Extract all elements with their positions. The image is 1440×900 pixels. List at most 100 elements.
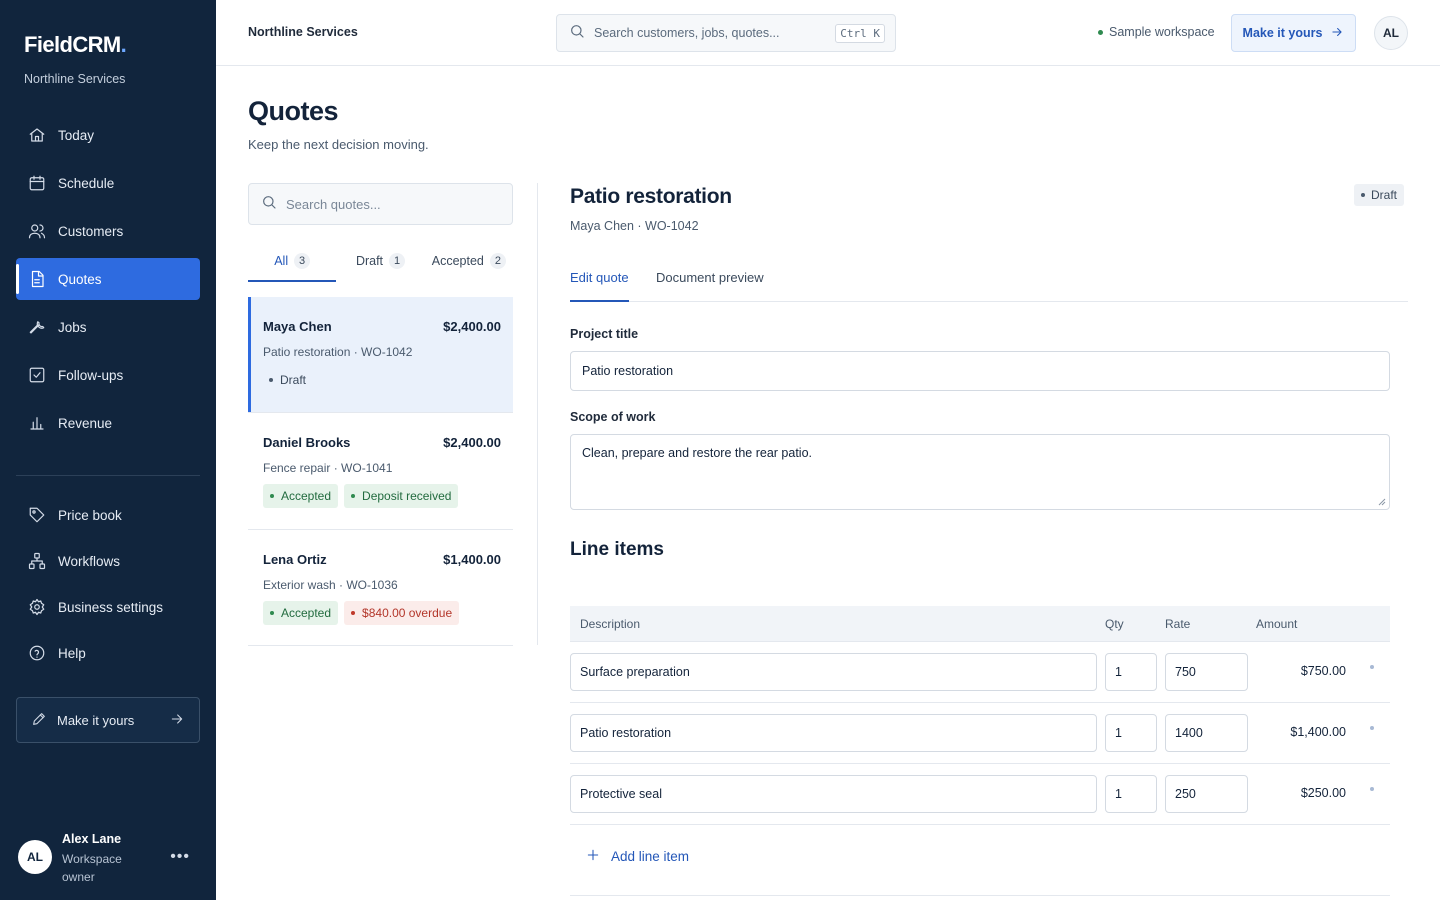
table-row: Patio restoration 1 1400 $1,400.00 [570, 703, 1390, 764]
line-description-input[interactable]: Protective seal [570, 775, 1097, 813]
line-qty-input[interactable]: 1 [1105, 775, 1157, 813]
remove-line-icon[interactable] [1370, 665, 1374, 669]
scope-of-work-textarea[interactable]: Clean, prepare and restore the rear pati… [570, 434, 1390, 510]
remove-line-icon[interactable] [1370, 787, 1374, 791]
sidebar-item-label: Customers [58, 223, 124, 239]
sidebar-item-help[interactable]: Help [16, 632, 200, 674]
quote-detail-tabs: Edit quote Document preview [570, 253, 1408, 302]
line-rate-input[interactable]: 250 [1165, 775, 1248, 813]
tag-icon [28, 506, 46, 524]
help-circle-icon [28, 644, 46, 662]
column-amount: Amount [1256, 617, 1298, 631]
make-it-yours-label: Make it yours [1242, 26, 1323, 40]
line-rate-input[interactable]: 1400 [1165, 714, 1248, 752]
quote-subtitle: Fence repair · WO-1041 [263, 461, 393, 475]
line-items-title: Line items [570, 539, 664, 560]
sidebar-item-today[interactable]: Today [16, 114, 200, 156]
quote-amount: $2,400.00 [443, 319, 501, 334]
tab-document-preview[interactable]: Document preview [656, 253, 764, 301]
tab-edit-quote[interactable]: Edit quote [570, 253, 629, 302]
badge-text: $840.00 overdue [362, 606, 453, 620]
badge-text: Draft [280, 373, 307, 387]
primary-nav: Today Schedule Customers Quotes Jobs Fol… [16, 114, 200, 450]
workspace-label: Sample workspace [1109, 25, 1215, 39]
tab-accepted[interactable]: Accepted 2 [425, 240, 513, 282]
user-avatar[interactable]: AL [1374, 16, 1408, 50]
make-it-yours-label: Make it yours [57, 712, 135, 728]
org-name: Northline Services [24, 72, 126, 86]
tab-draft[interactable]: Draft 1 [336, 240, 424, 282]
sidebar-item-quotes[interactable]: Quotes [16, 258, 200, 300]
wrench-icon [28, 318, 46, 336]
quote-card-daniel-brooks[interactable]: Daniel Brooks $2,400.00 Fence repair · W… [248, 413, 513, 530]
column-rate: Rate [1165, 617, 1191, 631]
overdue-badge: $840.00 overdue [344, 601, 460, 625]
line-amount: $1,400.00 [1290, 725, 1346, 739]
badge-text: Draft [1371, 188, 1398, 202]
payment-badge: Deposit received [344, 484, 459, 508]
checkbox-icon [28, 366, 46, 384]
sidebar-item-label: Revenue [58, 415, 113, 431]
status-badge: Draft [263, 368, 313, 392]
brand-name: FieldCRM [24, 32, 121, 57]
project-title-input[interactable]: Patio restoration [570, 351, 1390, 391]
global-search-input[interactable]: Search customers, jobs, quotes... Ctrl K [556, 14, 896, 52]
badge-text: Accepted [281, 606, 332, 620]
brand-logo[interactable]: FieldCRM. [24, 32, 127, 58]
sidebar-make-it-yours-button[interactable]: Make it yours [16, 697, 200, 743]
bar-chart-icon [28, 414, 46, 432]
tab-count: 1 [389, 253, 406, 269]
make-it-yours-button[interactable]: Make it yours [1231, 14, 1356, 52]
search-icon [569, 23, 585, 44]
calendar-icon [28, 174, 46, 192]
quote-customer: Maya Chen [263, 319, 332, 334]
tab-all[interactable]: All 3 [248, 240, 337, 282]
column-description: Description [580, 617, 641, 631]
more-options-icon[interactable]: ••• [170, 848, 190, 866]
badge-text: Deposit received [362, 489, 452, 503]
sidebar-item-jobs[interactable]: Jobs [16, 306, 200, 348]
quote-card-lena-ortiz[interactable]: Lena Ortiz $1,400.00 Exterior wash · WO-… [248, 530, 513, 646]
sidebar-item-label: Today [58, 127, 95, 143]
sidebar-item-label: Help [58, 645, 86, 661]
line-rate-input[interactable]: 750 [1165, 653, 1248, 691]
document-icon [28, 270, 46, 288]
quote-card-maya-chen[interactable]: Maya Chen $2,400.00 Patio restoration · … [248, 297, 513, 413]
sidebar-item-schedule[interactable]: Schedule [16, 162, 200, 204]
sidebar-item-business-settings[interactable]: Business settings [16, 586, 200, 628]
tab-label: Accepted [431, 254, 484, 268]
status-badge: Draft [1354, 184, 1405, 206]
add-line-item-label: Add line item [611, 849, 690, 864]
sidebar-item-customers[interactable]: Customers [16, 210, 200, 252]
workspace-indicator: Sample workspace [1098, 25, 1215, 39]
sidebar-item-revenue[interactable]: Revenue [16, 402, 200, 444]
quote-customer: Lena Ortiz [263, 552, 327, 567]
quote-tags: Accepted Deposit received [263, 484, 459, 508]
tab-count: 3 [294, 253, 311, 269]
add-line-item-button[interactable]: Add line item [586, 848, 689, 865]
tab-count: 2 [489, 253, 506, 269]
workflow-icon [28, 552, 46, 570]
panel-divider [537, 183, 538, 645]
status-dot [1098, 29, 1103, 35]
line-description-input[interactable]: Surface preparation [570, 653, 1097, 691]
line-qty-input[interactable]: 1 [1105, 653, 1157, 691]
resize-handle-icon[interactable] [1378, 498, 1386, 506]
sidebar-item-label: Jobs [58, 319, 87, 335]
line-qty-input[interactable]: 1 [1105, 714, 1157, 752]
line-description-input[interactable]: Patio restoration [570, 714, 1097, 752]
arrow-right-icon [1322, 25, 1344, 42]
project-title-label: Project title [570, 327, 639, 341]
user-profile[interactable]: AL Alex Lane Workspace owner ••• [18, 830, 200, 886]
sidebar: FieldCRM. Northline Services Today Sched… [0, 0, 216, 900]
user-role: Workspace owner [62, 852, 122, 884]
search-placeholder: Search quotes... [286, 196, 381, 212]
quote-search-input[interactable]: Search quotes... [248, 183, 513, 225]
sidebar-item-workflows[interactable]: Workflows [16, 540, 200, 582]
section-divider [570, 895, 1390, 896]
remove-line-icon[interactable] [1370, 726, 1374, 730]
sidebar-item-follow-ups[interactable]: Follow-ups [16, 354, 200, 396]
sidebar-item-price-book[interactable]: Price book [16, 494, 200, 536]
line-amount: $750.00 [1300, 664, 1346, 678]
brand-dot: . [120, 32, 127, 57]
